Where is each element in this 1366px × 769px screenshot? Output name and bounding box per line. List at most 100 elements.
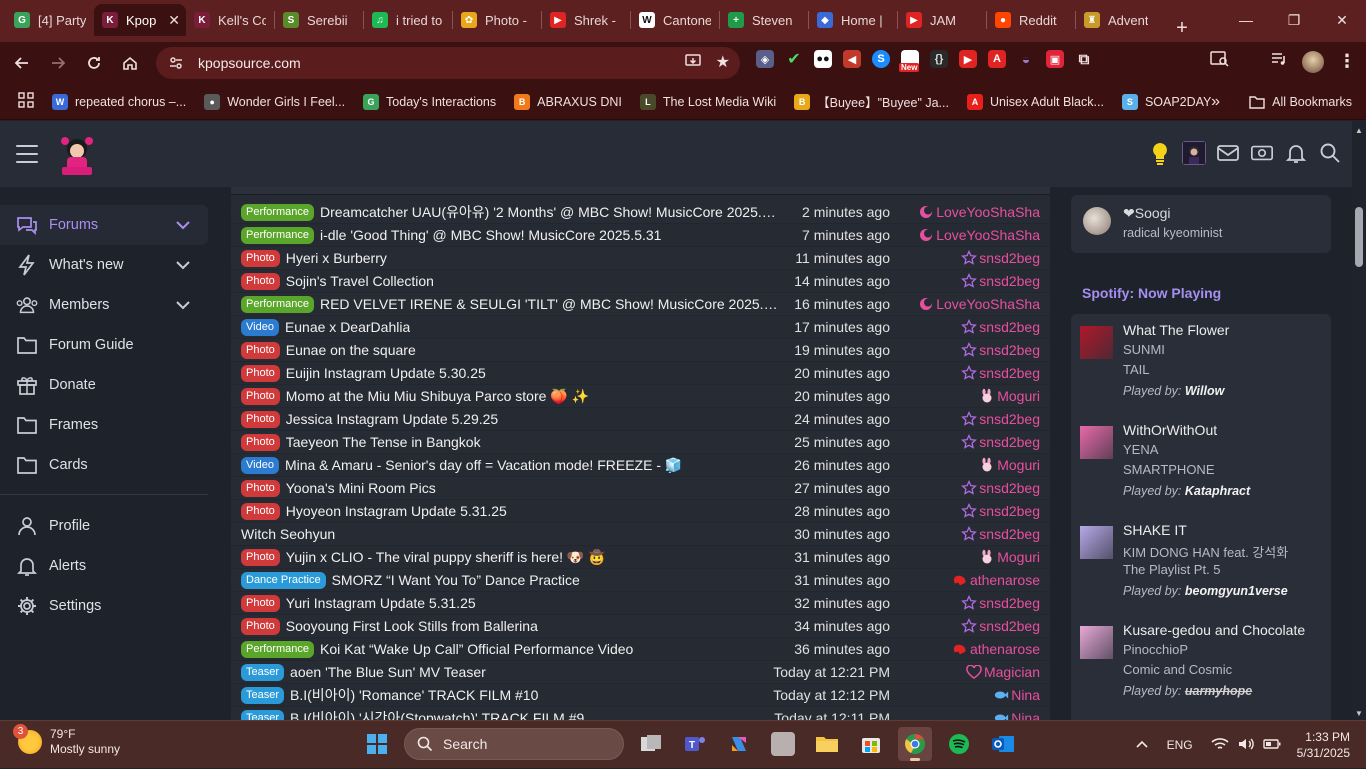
shield-extension-icon[interactable]: ◈ bbox=[756, 50, 774, 68]
close-window-icon[interactable]: ✕ bbox=[1318, 0, 1366, 40]
site-logo[interactable] bbox=[54, 133, 100, 179]
thread-prefix-badge[interactable]: Photo bbox=[241, 502, 280, 520]
thread-author[interactable]: snsd2beg bbox=[961, 319, 1040, 335]
thread-row[interactable]: Photo Yujin x CLIO - The viral puppy sher… bbox=[231, 546, 1050, 569]
thread-author[interactable]: Moguri bbox=[979, 388, 1040, 404]
site-info-icon[interactable] bbox=[168, 55, 184, 71]
thread-row[interactable]: Photo Momo at the Miu Miu Shibuya Parco s… bbox=[231, 385, 1050, 408]
thread-prefix-badge[interactable]: Performance bbox=[241, 640, 314, 658]
thread-row[interactable]: Teaser B.I(비아이) '시간아(Stopwatch)' TRACK FI… bbox=[231, 707, 1050, 720]
thread-title-link[interactable]: Hyoyeon Instagram Update 5.31.25 bbox=[286, 503, 507, 519]
thread-title-link[interactable]: B.I(비아이) 'Romance' TRACK FILM #10 bbox=[290, 685, 538, 705]
bookmark-item[interactable]: L The Lost Media Wiki bbox=[639, 93, 776, 110]
thread-author[interactable]: snsd2beg bbox=[961, 342, 1040, 358]
file-explorer-icon[interactable] bbox=[810, 727, 844, 761]
wifi-icon[interactable] bbox=[1211, 737, 1229, 754]
check-extension-icon[interactable]: ✔ bbox=[785, 50, 803, 68]
thread-prefix-badge[interactable]: Photo bbox=[241, 364, 280, 382]
home-icon[interactable] bbox=[112, 45, 148, 81]
forward-icon[interactable] bbox=[40, 45, 76, 81]
sidebar-item-forums[interactable]: Forums bbox=[0, 205, 208, 245]
thread-author[interactable]: snsd2beg bbox=[961, 618, 1040, 634]
profile-avatar[interactable] bbox=[1302, 50, 1324, 73]
browser-tab[interactable]: ♫ i tried to bbox=[364, 4, 452, 36]
thread-prefix-badge[interactable]: Photo bbox=[241, 341, 280, 359]
thread-author[interactable]: Nina bbox=[993, 710, 1040, 720]
language-indicator[interactable]: ENG bbox=[1167, 738, 1193, 752]
tab-search-icon[interactable] bbox=[1210, 50, 1230, 73]
sidebar-item-profile[interactable]: Profile bbox=[0, 506, 208, 546]
browser-tab[interactable]: ♜ Advent bbox=[1076, 4, 1164, 36]
scroll-up-icon[interactable]: ▲ bbox=[1352, 123, 1366, 137]
thread-prefix-badge[interactable]: Performance bbox=[241, 203, 314, 221]
sidebar-item-cards[interactable]: Cards bbox=[0, 445, 208, 485]
mail-icon[interactable] bbox=[1216, 141, 1240, 165]
spotify-track[interactable]: Kusare-gedou and Chocolate PinocchioP Comi… bbox=[1080, 622, 1325, 714]
thread-author[interactable]: Nina bbox=[993, 687, 1040, 703]
thread-title-link[interactable]: Eunae x DearDahlia bbox=[285, 319, 410, 335]
thread-row[interactable]: Performance i-dle 'Good Thing' @ MBC Show… bbox=[231, 224, 1050, 247]
member-avatar[interactable] bbox=[1083, 207, 1111, 235]
battery-icon[interactable] bbox=[1262, 738, 1281, 753]
task-view-icon[interactable] bbox=[634, 727, 668, 761]
sidebar-item-members[interactable]: Members bbox=[0, 285, 208, 325]
sidebar-item-frames[interactable]: Frames bbox=[0, 405, 208, 445]
thread-author[interactable]: LoveYooShaSha bbox=[918, 204, 1040, 220]
lightbulb-icon[interactable] bbox=[1148, 141, 1172, 165]
browser-tab[interactable]: S Serebii bbox=[275, 4, 363, 36]
thread-title-link[interactable]: Jessica Instagram Update 5.29.25 bbox=[286, 411, 498, 427]
maximize-icon[interactable]: ❐ bbox=[1270, 0, 1318, 40]
copilot-icon[interactable] bbox=[722, 727, 756, 761]
reload-icon[interactable] bbox=[76, 45, 112, 81]
thread-title-link[interactable]: Mina & Amaru - Senior's day off = Vacati… bbox=[285, 457, 682, 474]
thread-prefix-badge[interactable]: Photo bbox=[241, 594, 280, 612]
thread-row[interactable]: Performance Koi Kat “Wake Up Call” Offici… bbox=[231, 638, 1050, 661]
browser-tab[interactable]: ◆ Home | bbox=[809, 4, 897, 36]
thread-title-link[interactable]: Hyeri x Burberry bbox=[286, 250, 387, 266]
thread-author[interactable]: LoveYooShaSha bbox=[918, 227, 1040, 243]
all-bookmarks-button[interactable]: All Bookmarks bbox=[1249, 95, 1352, 109]
browser-tab[interactable]: ● Reddit bbox=[987, 4, 1075, 36]
start-windows-icon[interactable] bbox=[360, 727, 394, 761]
chrome-icon[interactable] bbox=[898, 727, 932, 761]
member-name[interactable]: ❤Soogi bbox=[1123, 205, 1171, 222]
thread-title-link[interactable]: Momo at the Miu Miu Shibuya Parco store … bbox=[286, 388, 589, 405]
track-title[interactable]: Kusare-gedou and Chocolate bbox=[1123, 622, 1305, 638]
track-title[interactable]: What The Flower bbox=[1123, 322, 1229, 338]
member-card[interactable]: ❤Soogi radical kyeominist bbox=[1071, 195, 1331, 253]
thread-prefix-badge[interactable]: Photo bbox=[241, 387, 280, 405]
lock-extension-icon[interactable]: ▣ bbox=[1046, 50, 1064, 68]
bell-icon[interactable] bbox=[1284, 141, 1308, 165]
thread-prefix-badge[interactable]: Performance bbox=[241, 226, 314, 244]
browser-tab[interactable]: W Cantone bbox=[631, 4, 719, 36]
browser-tab[interactable]: ✿ Photo - bbox=[453, 4, 541, 36]
sidebar-item-what-s-new[interactable]: What's new bbox=[0, 245, 208, 285]
bookmark-item[interactable]: G Today's Interactions bbox=[363, 93, 496, 110]
browser-tab[interactable]: G [4] Party bbox=[6, 4, 94, 36]
thread-title-link[interactable]: Sojin's Travel Collection bbox=[286, 273, 434, 289]
scroll-down-icon[interactable]: ▼ bbox=[1352, 706, 1366, 720]
thread-author[interactable]: snsd2beg bbox=[961, 273, 1040, 289]
thread-row[interactable]: Video Mina & Amaru - Senior's day off = V… bbox=[231, 454, 1050, 477]
thread-row[interactable]: Photo Jessica Instagram Update 5.29.25 24 … bbox=[231, 408, 1050, 431]
thread-row[interactable]: Photo Hyeri x Burberry 11 minutes ago snsd2… bbox=[231, 247, 1050, 270]
thread-prefix-badge[interactable]: Performance bbox=[241, 295, 314, 313]
clock[interactable]: 1:33 PM 5/31/2025 bbox=[1297, 729, 1350, 761]
bookmark-star-icon[interactable]: ★ bbox=[716, 52, 730, 75]
played-by-user[interactable]: Willow bbox=[1185, 384, 1224, 398]
browser-tab[interactable]: + Steven bbox=[720, 4, 808, 36]
scroll-thumb[interactable] bbox=[1355, 207, 1363, 267]
thread-row[interactable]: Photo Sooyoung First Look Stills from Bal… bbox=[231, 615, 1050, 638]
thread-row[interactable]: Photo Yoona's Mini Room Pics 27 minutes ag… bbox=[231, 477, 1050, 500]
thread-row[interactable]: Photo Hyoyeon Instagram Update 5.31.25 28 … bbox=[231, 500, 1050, 523]
sidebar-item-alerts[interactable]: Alerts bbox=[0, 546, 208, 586]
search-icon[interactable] bbox=[1318, 141, 1342, 165]
new-tab-button[interactable]: + bbox=[1168, 14, 1196, 42]
bookmark-item[interactable]: B 【Buyee】"Buyee" Ja... bbox=[794, 92, 949, 111]
thread-title-link[interactable]: Witch Seohyun bbox=[241, 526, 335, 542]
chevron-down-icon[interactable] bbox=[174, 296, 192, 314]
browser-tab[interactable]: ▶ Shrek - bbox=[542, 4, 630, 36]
speaker-extension-icon[interactable]: ◀ bbox=[843, 50, 861, 68]
thread-prefix-badge[interactable]: Video bbox=[241, 318, 279, 336]
browser-tab[interactable]: K Kell's Co bbox=[186, 4, 274, 36]
